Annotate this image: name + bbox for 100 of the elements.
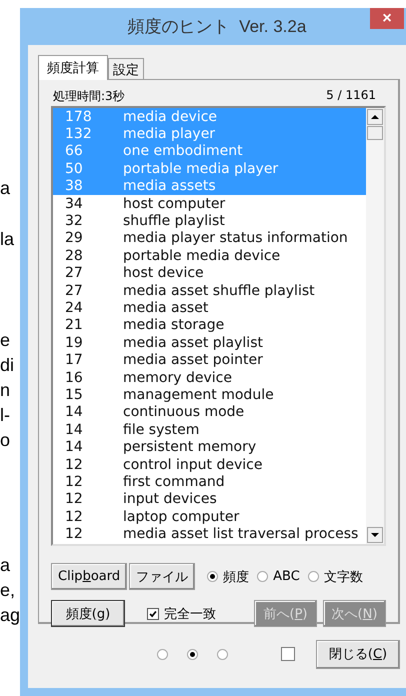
frequency-count: 66 [65, 143, 84, 160]
scroll-up-icon[interactable] [367, 109, 383, 125]
scrollbar[interactable] [366, 108, 384, 544]
tab[interactable]: 設定 [108, 58, 144, 79]
sort-radio[interactable]: 頻度 [207, 568, 250, 586]
term-text: input devices [123, 491, 217, 508]
export-button[interactable]: Clipboard [51, 563, 128, 590]
term-text: persistent memory [123, 439, 256, 456]
close-button[interactable]: × [370, 8, 404, 29]
term-text: one embodiment [123, 143, 243, 160]
document-text-fragment: a [0, 554, 12, 577]
list-row[interactable]: 34 host computer [53, 194, 366, 212]
scroll-down-icon[interactable] [367, 527, 383, 543]
list-row[interactable]: 29 media player status information [53, 230, 366, 248]
list-row[interactable]: 16 memory device [53, 368, 366, 386]
checkbox[interactable] [281, 647, 295, 661]
document-text-fragment: e, [0, 579, 16, 602]
document-text-fragment: l- [0, 404, 11, 427]
list-row[interactable]: 19 media asset playlist [53, 334, 366, 352]
close-dialog-button[interactable]: 閉じる(C) [316, 640, 400, 668]
term-text: media assets [123, 178, 216, 194]
frequency-count: 14 [65, 404, 84, 420]
radio-button[interactable] [187, 648, 198, 660]
list-row[interactable]: 28 portable media device [53, 247, 366, 265]
term-text: host device [123, 265, 204, 282]
processing-time-label: 処理時間:3秒 [53, 88, 125, 104]
tab[interactable]: 頻度計算 [38, 55, 108, 80]
frequency-count: 132 [65, 126, 93, 142]
frequency-count: 12 [65, 456, 84, 472]
list-row[interactable]: 14 continuous mode [53, 404, 366, 422]
frequency-count: 178 [65, 108, 93, 125]
scroll-thumb[interactable] [367, 126, 383, 140]
document-text-fragment: di [0, 354, 16, 377]
term-text: memory device [123, 370, 232, 386]
term-text: media player [123, 126, 216, 142]
export-button[interactable]: ファイル [129, 563, 196, 590]
frequency-count: 27 [65, 265, 84, 282]
term-text: continuous mode [123, 404, 244, 420]
frequency-count: 27 [65, 282, 84, 299]
sort-radio[interactable]: 文字数 [308, 568, 363, 586]
list-row[interactable]: 12 input devices [53, 490, 366, 508]
term-text: file system [123, 422, 200, 438]
term-text: host computer [123, 196, 226, 212]
frequency-count: 12 [65, 491, 84, 508]
document-text-fragment: a [0, 177, 12, 200]
frequency-count: 17 [65, 352, 84, 368]
term-text: media asset list traversal process [123, 526, 358, 542]
term-text: media asset [123, 300, 208, 316]
list-row[interactable]: 12 laptop computer [53, 508, 366, 526]
frequency-count: 29 [65, 230, 84, 246]
frequency-count: 21 [65, 317, 84, 334]
term-text: shuffle playlist [123, 213, 225, 230]
term-text: management module [123, 386, 274, 403]
term-text: media storage [123, 317, 224, 334]
term-text: first command [123, 474, 225, 490]
radio-button[interactable] [217, 648, 228, 660]
frequency-count: 38 [65, 178, 84, 194]
frequency-count: 19 [65, 334, 84, 351]
frequency-count: 16 [65, 370, 84, 386]
term-text: control input device [123, 456, 262, 472]
frequency-count: 12 [65, 474, 84, 490]
term-text: media device [123, 108, 218, 125]
frequency-count: 12 [65, 508, 84, 525]
sort-radio[interactable]: ABC [257, 568, 300, 586]
check-icon [148, 608, 158, 618]
frequency-count: 15 [65, 386, 84, 403]
list-row[interactable]: 15 management module [53, 386, 366, 404]
list-row[interactable]: 27 media asset shuffle playlist [53, 282, 366, 300]
frequency-count: 14 [65, 422, 84, 438]
frequency-count: 12 [65, 526, 84, 542]
list-row[interactable]: 27 host device [53, 264, 366, 282]
list-row[interactable]: 21 media storage [53, 316, 366, 334]
window-title: 頻度のヒント Ver. 3.2a [128, 16, 306, 38]
frequency-count: 50 [65, 160, 84, 177]
document-text-fragment: o [0, 429, 12, 452]
document-text-fragment: e [0, 329, 12, 352]
term-text: portable media device [123, 248, 280, 264]
list-row[interactable]: 12 first command [53, 473, 366, 491]
radio-button[interactable] [157, 648, 168, 660]
frequency-button[interactable]: 頻度(g) [51, 600, 125, 627]
term-text: media player status information [123, 230, 348, 246]
list-row[interactable]: 12 control input device [53, 456, 366, 474]
frequency-count: 34 [65, 196, 84, 212]
list-row[interactable]: 12 media asset list traversal process [53, 525, 366, 543]
document-text-fragment: ag [0, 604, 20, 627]
term-text: portable media player [123, 160, 278, 177]
exact-match-checkbox[interactable]: 完全一致 [147, 604, 216, 622]
frequency-count: 14 [65, 439, 84, 456]
document-text-fragment: la [0, 228, 16, 251]
list-row[interactable]: 14 persistent memory [53, 438, 366, 456]
list-row[interactable]: 14 file system [53, 421, 366, 438]
list-row[interactable]: 24 media asset [53, 299, 366, 317]
frequency-count: 32 [65, 213, 84, 230]
list-row[interactable]: 32 shuffle playlist [53, 212, 366, 230]
list-row[interactable]: 17 media asset pointer [53, 351, 366, 369]
term-text: laptop computer [123, 508, 240, 525]
document-text-fragment: n [0, 379, 12, 402]
term-text: media asset shuffle playlist [123, 282, 315, 299]
frequency-count: 28 [65, 248, 84, 264]
result-count: 5 / 1161 [326, 88, 376, 104]
